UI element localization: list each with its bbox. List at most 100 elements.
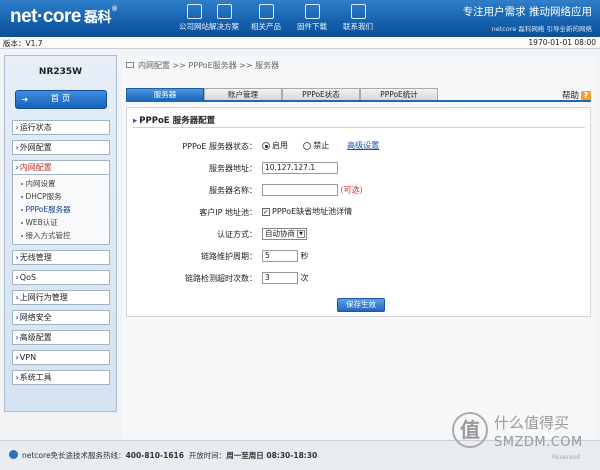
auth-field: 自动协商 ▼ (262, 228, 307, 240)
sidebar: NR235W ➜ 首 页 ›运行状态 ›外网配置 ›内网配置 内网设置 DHCP… (4, 55, 117, 412)
name-field: (可选) (262, 184, 363, 196)
sidebar-item-label: 外网配置 (19, 143, 52, 152)
tab-accounts[interactable]: 账户管理 (204, 88, 282, 100)
hotline-label: netcore免长途技术服务热线： (22, 451, 126, 460)
sidebar-item-wireless[interactable]: ›无线管理 (11, 250, 110, 265)
bullet-icon (20, 209, 23, 211)
sidebar-item-qos[interactable]: ›QoS (11, 270, 110, 285)
chevron-right-icon: › (15, 333, 19, 342)
nav-firmware[interactable]: 固件下载 (289, 4, 335, 32)
sub-item-web-auth[interactable]: WEB认证 (13, 216, 109, 229)
slogan: 专注用户需求 推动网络应用 netcore 磊科网络 引导全新的网络 (463, 4, 592, 33)
sidebar-item-vpn[interactable]: ›VPN (11, 350, 110, 365)
disable-radio[interactable] (303, 141, 312, 150)
hotline-number: 400-810-1616 (125, 451, 184, 460)
breadcrumb-text: 内网配置 >> PPPoE服务器 >> 服务器 (138, 61, 280, 70)
sidebar-item-label: 上网行为管理 (19, 293, 68, 302)
keepalive-field: 5 秒 (262, 250, 309, 262)
smzdm-logo-icon: 值 (452, 412, 488, 448)
auth-select[interactable]: 自动协商 ▼ (262, 228, 307, 240)
disable-label: 禁止 (313, 141, 330, 150)
pppoe-config-panel: ▸ PPPoE 服务器配置 PPPoE 服务器状态： 启用 禁止 高级设置 服务器… (126, 107, 591, 317)
sidebar-item-behavior[interactable]: ›上网行为管理 (11, 290, 110, 305)
sidebar-item-label: QoS (19, 273, 37, 282)
pool-label: 客户IP 地址池： (199, 208, 257, 217)
chevron-right-icon: › (15, 143, 19, 152)
sub-item-label: PPPoE服务器 (25, 205, 71, 214)
sidebar-item-wan[interactable]: ›外网配置 (11, 140, 110, 155)
sidebar-item-advanced[interactable]: ›高级配置 (11, 330, 110, 345)
sub-item-lan-settings[interactable]: 内网设置 (13, 177, 109, 190)
save-button[interactable]: 保存生效 (337, 298, 385, 312)
tab-pppoe-status[interactable]: PPPoE状态 (282, 88, 360, 100)
nav-label: 联系我们 (343, 22, 373, 31)
firmware-version: 版本：V1.7 (3, 39, 43, 48)
auth-label: 认证方式： (217, 230, 257, 239)
chevron-down-icon: › (15, 163, 19, 172)
nav-label: 相关产品 (251, 22, 281, 31)
pool-detail-link[interactable]: 详情 (336, 207, 352, 216)
panel-title-text: PPPoE 服务器配置 (139, 116, 216, 126)
nav-contact[interactable]: 联系我们 (335, 4, 381, 32)
row-address: 服务器地址： 10.127.127.1 (127, 162, 592, 176)
pool-check-label: PPPoE缺省地址池 (272, 207, 337, 216)
nav-label: 固件下载 (297, 22, 327, 31)
sub-item-label: 接入方式管控 (25, 231, 71, 240)
sub-item-label: WEB认证 (25, 218, 58, 227)
hours-value: 周一至周日 08:30-18:30 (226, 451, 318, 460)
hours-label: 开放时间： (188, 451, 227, 460)
home-icon (126, 62, 134, 68)
home-button[interactable]: ➜ 首 页 (14, 90, 107, 109)
bullet-icon (20, 222, 23, 224)
pool-field: ✓ PPPoE缺省地址池详情 (262, 206, 352, 217)
pool-checkbox[interactable]: ✓ (262, 207, 270, 216)
netcore-logo[interactable]: net·core 磊科® (10, 6, 117, 28)
download-icon (304, 4, 320, 19)
status-field: 启用 禁止 高级设置 (262, 140, 379, 151)
tab-pppoe-stats[interactable]: PPPoE统计 (360, 88, 438, 100)
version-bar: 版本：V1.7 1970-01-01 08:00 (0, 37, 600, 49)
row-pool: 客户IP 地址池： ✓ PPPoE缺省地址池详情 (127, 206, 592, 220)
keepalive-label: 链路维护周期： (201, 252, 257, 261)
logo-reg: ® (111, 6, 117, 13)
chevron-right-icon: › (15, 373, 19, 382)
row-auth: 认证方式： 自动协商 ▼ (127, 228, 592, 242)
row-retry: 链路检测超时次数： 3 次 (127, 272, 592, 286)
keepalive-input[interactable]: 5 (262, 250, 298, 262)
sidebar-item-tools[interactable]: ›系统工具 (11, 370, 110, 385)
lan-submenu: 内网设置 DHCP服务 PPPoE服务器 WEB认证 接入方式管控 (11, 175, 110, 245)
breadcrumb: 内网配置 >> PPPoE服务器 >> 服务器 (126, 60, 279, 71)
sidebar-item-lan[interactable]: ›内网配置 (11, 160, 110, 175)
panel-title: ▸ PPPoE 服务器配置 (133, 114, 215, 126)
keepalive-unit: 秒 (300, 251, 309, 261)
sub-item-pppoe-server[interactable]: PPPoE服务器 (13, 203, 109, 216)
sidebar-item-label: 网络安全 (19, 313, 52, 322)
advanced-settings-link[interactable]: 高级设置 (347, 141, 379, 150)
device-model: NR235W (38, 67, 83, 77)
home-label: 首 页 (50, 94, 71, 104)
retry-input[interactable]: 3 (262, 272, 298, 284)
nav-label: 解决方案 (209, 22, 239, 31)
server-name-input[interactable] (262, 184, 338, 196)
tab-server[interactable]: 服务器 (126, 88, 204, 100)
chevron-right-icon: › (15, 353, 19, 362)
sub-item-dhcp[interactable]: DHCP服务 (13, 190, 109, 203)
retry-unit: 次 (300, 273, 309, 283)
main-content: 内网配置 >> PPPoE服务器 >> 服务器 服务器 账户管理 PPPoE状态… (122, 55, 595, 439)
nav-solutions[interactable]: 解决方案 (201, 4, 247, 32)
slogan-sub: netcore 磊科网络 引导全新的网络 (491, 25, 592, 33)
sub-item-access-control[interactable]: 接入方式管控 (13, 229, 109, 242)
enable-radio[interactable] (262, 141, 270, 150)
sidebar-item-label: 无线管理 (19, 253, 52, 262)
sidebar-item-label: 高级配置 (19, 333, 52, 342)
sidebar-item-security[interactable]: ›网络安全 (11, 310, 110, 325)
sub-item-label: DHCP服务 (25, 192, 62, 201)
chevron-right-icon: › (15, 293, 19, 302)
sidebar-item-label: 内网配置 (19, 163, 52, 172)
server-address-input[interactable]: 10.127.127.1 (262, 162, 338, 174)
nav-products[interactable]: 相关产品 (243, 4, 289, 32)
sidebar-item-status[interactable]: ›运行状态 (11, 120, 110, 135)
row-status: PPPoE 服务器状态： 启用 禁止 高级设置 (127, 140, 592, 154)
netcore-icon (9, 450, 18, 459)
tools-icon (216, 4, 232, 19)
